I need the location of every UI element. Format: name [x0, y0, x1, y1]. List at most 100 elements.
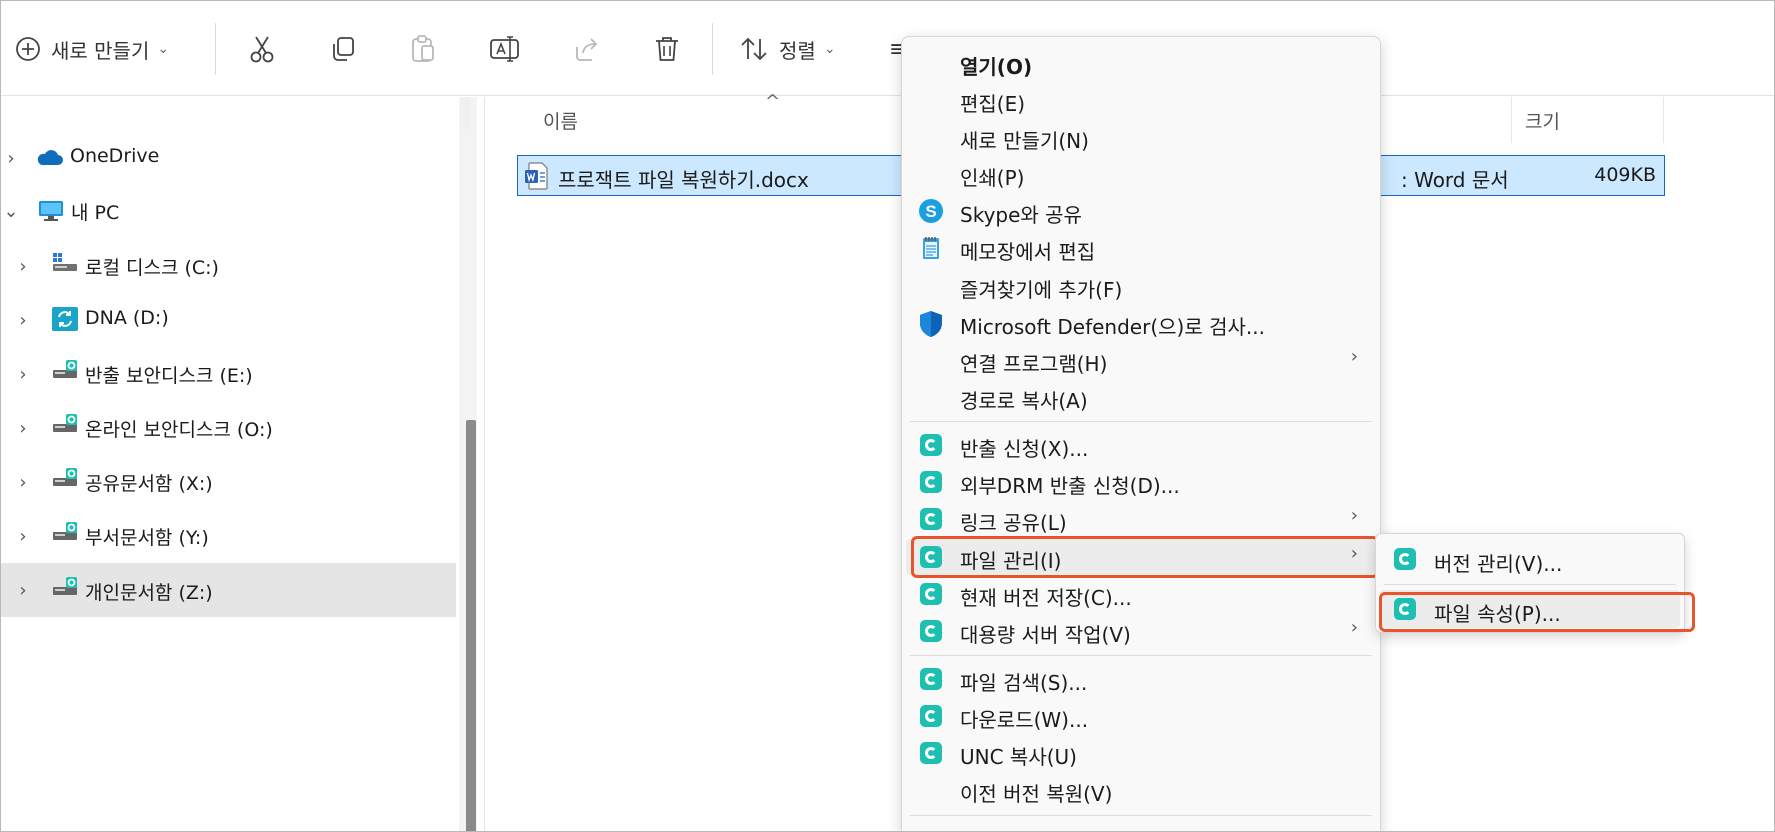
- sidebar-item-export-secure-disk-e[interactable]: › 반출 보안디스크 (E:): [1, 348, 456, 400]
- menu-item-file-search[interactable]: 파일 검색(S)...: [906, 661, 1376, 697]
- file-name: 프로잭트 파일 복원하기.docx: [558, 168, 809, 192]
- sidebar-scrollbar-thumb[interactable]: [466, 420, 476, 831]
- delete-button[interactable]: [653, 29, 681, 69]
- menu-item-edit-notepad[interactable]: 메모장에서 편집: [906, 230, 1376, 266]
- menu-item-label: 경로로 복사(A): [960, 389, 1088, 413]
- sidebar-item-label: OneDrive: [70, 145, 160, 167]
- copy-icon: [329, 35, 357, 63]
- chevron-right-icon: ›: [1350, 543, 1358, 564]
- chevron-right-icon: ›: [1350, 346, 1358, 367]
- menu-item-unc-copy[interactable]: UNC 복사(U): [906, 735, 1376, 771]
- submenu-item-file-properties[interactable]: 파일 속성(P)...: [1380, 590, 1680, 628]
- column-divider[interactable]: [1511, 97, 1512, 143]
- sidebar-item-label: 로컬 디스크 (C:): [85, 257, 219, 279]
- menu-item-open[interactable]: 열기(O): [906, 45, 1376, 81]
- copy-button[interactable]: [329, 29, 357, 69]
- sidebar-item-this-pc[interactable]: ⌄ 내 PC: [1, 185, 456, 237]
- onedrive-cloud-icon: [35, 146, 63, 170]
- chevron-right-icon[interactable]: ›: [1, 148, 21, 169]
- chevron-down-icon[interactable]: ⌄: [1, 201, 21, 222]
- sidebar-item-label: 온라인 보안디스크 (O:): [85, 419, 273, 441]
- network-drive-icon: [51, 412, 79, 436]
- clipboard-icon: [409, 34, 437, 64]
- menu-item-file-management[interactable]: 파일 관리(I) ›: [906, 539, 1376, 575]
- menu-item-save-current-version[interactable]: 현재 버전 저장(C)...: [906, 576, 1376, 612]
- network-drive-icon: [51, 358, 79, 382]
- sort-ascending-indicator: ^: [765, 91, 781, 112]
- sidebar-item-dna-d[interactable]: › DNA (D:): [1, 294, 456, 346]
- chevron-right-icon[interactable]: ›: [13, 526, 33, 547]
- menu-item-restore-previous-version[interactable]: 이전 버전 복원(V): [906, 772, 1376, 808]
- menu-item-label: 즐겨찾기에 추가(F): [960, 278, 1123, 302]
- chevron-right-icon[interactable]: ›: [13, 364, 33, 385]
- column-header-size[interactable]: 크기: [1525, 107, 1560, 134]
- toolbar-divider: [712, 23, 713, 75]
- rename-button[interactable]: [489, 29, 521, 69]
- chevron-right-icon[interactable]: ›: [13, 256, 33, 277]
- menu-item-share-skype[interactable]: S Skype와 공유: [906, 193, 1376, 229]
- sidebar-item-dept-docs-y[interactable]: › 부서문서함 (Y:): [1, 510, 456, 562]
- submenu-item-label: 버전 관리(V)...: [1434, 552, 1563, 576]
- menu-item-label: 연결 프로그램(H): [960, 352, 1108, 376]
- menu-item-edit[interactable]: 편집(E): [906, 82, 1376, 118]
- menu-item-external-drm-export[interactable]: 외부DRM 반출 신청(D)...: [906, 464, 1376, 500]
- sidebar-item-label: 반출 보안디스크 (E:): [85, 365, 253, 387]
- menu-separator: [910, 815, 1372, 816]
- menu-item-label: 반출 신청(X)...: [960, 437, 1089, 461]
- menu-separator: [1384, 584, 1676, 585]
- menu-item-export-request[interactable]: 반출 신청(X)...: [906, 427, 1376, 463]
- menu-item-label: 파일 검색(S)...: [960, 671, 1088, 695]
- command-bar: 새로 만들기 ⌄ 정렬 ⌄ ≡: [1, 1, 1774, 96]
- chevron-right-icon[interactable]: ›: [13, 418, 33, 439]
- menu-item-large-server-job[interactable]: 대용량 서버 작업(V) ›: [906, 613, 1376, 649]
- column-divider[interactable]: [1663, 97, 1664, 143]
- menu-item-download[interactable]: 다운로드(W)...: [906, 698, 1376, 734]
- network-drive-icon: [51, 466, 79, 490]
- scrollbar-arrow[interactable]: [461, 97, 471, 129]
- new-button[interactable]: 새로 만들기 ⌄: [15, 29, 169, 69]
- sidebar-item-onedrive[interactable]: › OneDrive: [1, 132, 456, 184]
- sidebar-item-personal-docs-z[interactable]: › 개인문서함 (Z:): [1, 563, 456, 617]
- scissors-icon: [248, 34, 276, 64]
- menu-item-open-with[interactable]: 연결 프로그램(H) ›: [906, 342, 1376, 378]
- paste-button[interactable]: [409, 29, 437, 69]
- menu-item-copy-path[interactable]: 경로로 복사(A): [906, 379, 1376, 415]
- cut-button[interactable]: [248, 29, 276, 69]
- pc-monitor-icon: [37, 199, 65, 223]
- chevron-right-icon[interactable]: ›: [13, 580, 33, 601]
- menu-item-label: 외부DRM 반출 신청(D)...: [960, 474, 1180, 498]
- sidebar-item-label: 공유문서함 (X:): [85, 473, 213, 495]
- menu-item-label: UNC 복사(U): [960, 745, 1077, 769]
- file-type: : Word 문서: [1401, 168, 1509, 192]
- toolbar-divider: [215, 23, 216, 75]
- chevron-right-icon: ›: [1350, 617, 1358, 638]
- column-header-name[interactable]: 이름: [543, 107, 578, 134]
- menu-item-print[interactable]: 인쇄(P): [906, 156, 1376, 192]
- sync-drive-icon: [51, 306, 79, 331]
- share-button[interactable]: [573, 29, 601, 69]
- drive-icon: [51, 250, 79, 274]
- menu-item-label: 파일 관리(I): [960, 549, 1062, 573]
- menu-item-link-share[interactable]: 링크 공유(L) ›: [906, 501, 1376, 537]
- file-explorer-window: 새로 만들기 ⌄ 정렬 ⌄ ≡ › OneDrive ⌄ 내 PC › 로컬 디…: [0, 0, 1775, 832]
- sidebar-item-shared-docs-x[interactable]: › 공유문서함 (X:): [1, 456, 456, 508]
- c-app-icon: [918, 581, 944, 607]
- sidebar-item-local-disk-c[interactable]: › 로컬 디스크 (C:): [1, 240, 456, 292]
- c-app-icon: [1392, 546, 1418, 572]
- menu-item-label: Skype와 공유: [960, 203, 1082, 227]
- menu-item-defender-scan[interactable]: Microsoft Defender(으)로 검사...: [906, 305, 1376, 341]
- menu-item-add-favorites[interactable]: 즐겨찾기에 추가(F): [906, 268, 1376, 304]
- chevron-right-icon[interactable]: ›: [13, 472, 33, 493]
- menu-item-label: 메모장에서 편집: [960, 240, 1096, 264]
- file-management-submenu: 버전 관리(V)... 파일 속성(P)...: [1375, 533, 1685, 633]
- submenu-item-version-management[interactable]: 버전 관리(V)...: [1380, 540, 1680, 578]
- submenu-item-label: 파일 속성(P)...: [1434, 602, 1561, 626]
- skype-icon: S: [918, 198, 944, 224]
- sort-button[interactable]: 정렬 ⌄: [739, 29, 836, 69]
- sidebar-item-online-secure-disk-o[interactable]: › 온라인 보안디스크 (O:): [1, 402, 456, 454]
- chevron-right-icon[interactable]: ›: [13, 310, 33, 331]
- menu-item-label: Microsoft Defender(으)로 검사...: [960, 315, 1265, 339]
- svg-text:S: S: [925, 202, 936, 221]
- trash-icon: [653, 34, 681, 64]
- menu-item-new[interactable]: 새로 만들기(N): [906, 119, 1376, 155]
